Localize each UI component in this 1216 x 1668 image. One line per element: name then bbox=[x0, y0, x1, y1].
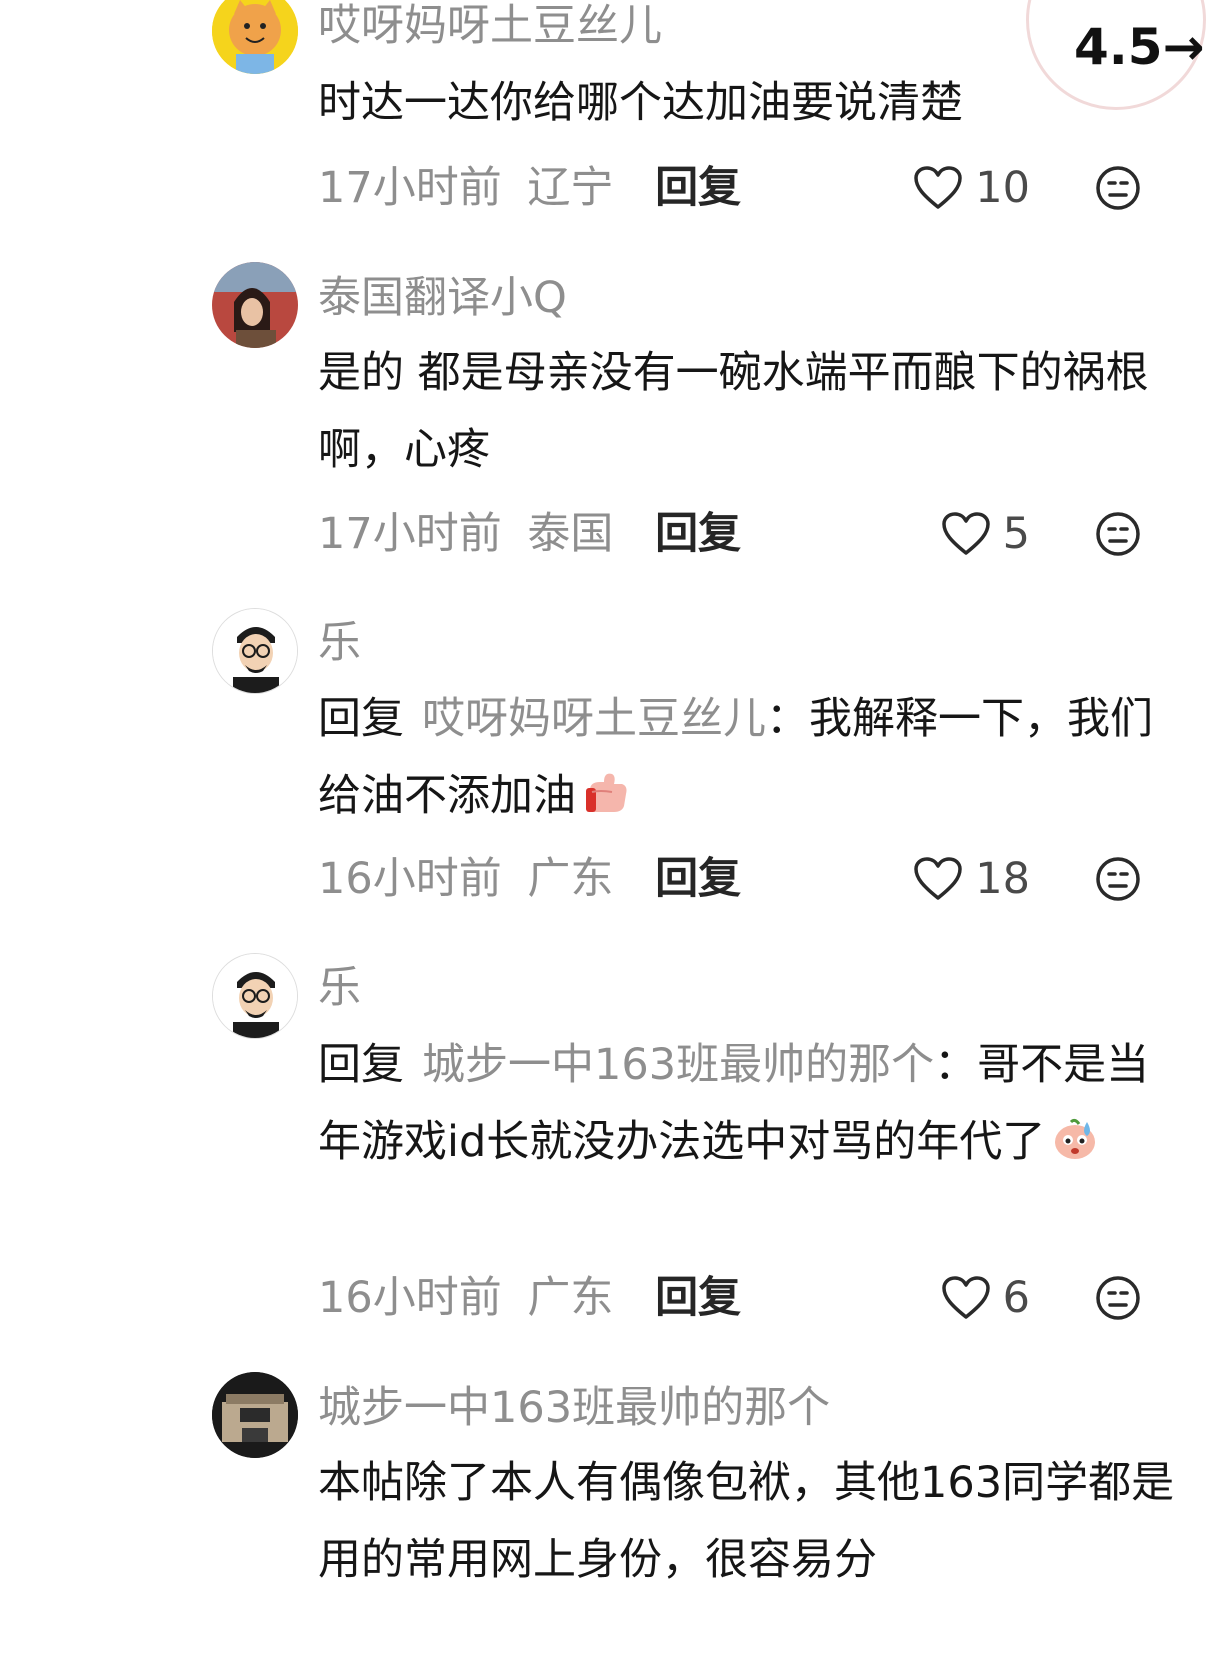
comment-meta: 17小时前 辽宁 回复 bbox=[318, 162, 741, 214]
comment-text: 回复 哎呀妈呀土豆丝儿：我解释一下，我们给油不添加油 bbox=[318, 681, 1178, 835]
comment-location: 广东 bbox=[527, 1273, 614, 1323]
dislike-face-icon[interactable] bbox=[1094, 510, 1142, 558]
reply-target-username[interactable]: 城步一中163班最帅的那个 bbox=[422, 1040, 934, 1090]
dislike-face-icon[interactable] bbox=[1094, 855, 1142, 903]
comment-time: 16小时前 bbox=[318, 1273, 502, 1323]
reply-button[interactable]: 回复 bbox=[655, 163, 741, 213]
like-button[interactable]: 18 bbox=[913, 853, 1030, 905]
comment-time: 16小时前 bbox=[318, 854, 502, 904]
reply-button[interactable]: 回复 bbox=[655, 854, 741, 904]
like-count: 10 bbox=[975, 163, 1030, 213]
reply-button[interactable]: 回复 bbox=[655, 1273, 741, 1323]
avatar-glasses-man[interactable] bbox=[212, 953, 298, 1039]
comment-meta: 16小时前 广东 回复 bbox=[318, 1272, 741, 1324]
reply-target-username[interactable]: 哎呀妈呀土豆丝儿 bbox=[422, 694, 766, 744]
comment-text: 是的 都是母亲没有一碗水端平而酿下的祸根啊，心疼 bbox=[318, 348, 1149, 475]
comment-username[interactable]: 泰国翻译小Q bbox=[318, 272, 567, 324]
comment-location: 辽宁 bbox=[527, 163, 614, 213]
comment-text: 回复 城步一中163班最帅的那个：哥不是当年游戏id长就没办法选中对骂的年代了 bbox=[318, 1027, 1178, 1181]
avatar-glasses-man[interactable] bbox=[212, 608, 298, 694]
dislike-face-icon[interactable] bbox=[1094, 164, 1142, 212]
comment-text: 时达一达你给哪个达加油要说清楚 bbox=[318, 78, 963, 128]
dislike-face-icon[interactable] bbox=[1094, 1274, 1142, 1322]
like-button[interactable]: 10 bbox=[913, 162, 1030, 214]
heart-icon bbox=[941, 512, 990, 555]
comment-username[interactable]: 乐 bbox=[318, 617, 361, 669]
heart-icon bbox=[914, 166, 963, 209]
heart-icon bbox=[941, 1276, 990, 1319]
reply-button[interactable]: 回复 bbox=[655, 509, 741, 559]
comment-time: 17小时前 bbox=[318, 163, 502, 213]
sweat-face-emoji-icon bbox=[1055, 1118, 1096, 1159]
like-button[interactable]: 5 bbox=[941, 508, 1030, 560]
reply-keyword: 回复 bbox=[318, 1040, 404, 1090]
comment-meta: 16小时前 广东 回复 bbox=[318, 853, 741, 905]
like-count: 18 bbox=[975, 854, 1030, 904]
reply-colon: ： bbox=[766, 694, 809, 744]
comment-text: 本帖除了本人有偶像包袱，其他163同学都是用的常用网上身份，很容易分 bbox=[318, 1458, 1175, 1585]
comment-time: 17小时前 bbox=[318, 509, 502, 559]
like-count: 5 bbox=[1002, 509, 1030, 559]
thumb-emoji-icon bbox=[586, 773, 627, 812]
comment-username[interactable]: 乐 bbox=[318, 962, 361, 1014]
comment-username[interactable]: 城步一中163班最帅的那个 bbox=[318, 1382, 830, 1434]
like-button[interactable]: 6 bbox=[941, 1272, 1030, 1324]
avatar-cartoon-cat[interactable] bbox=[212, 0, 298, 74]
like-count: 6 bbox=[1002, 1273, 1030, 1323]
avatar-photo[interactable] bbox=[212, 262, 298, 348]
comment-username[interactable]: 哎呀妈呀土豆丝儿 bbox=[318, 0, 662, 52]
reply-colon: ： bbox=[934, 1040, 978, 1090]
reply-keyword: 回复 bbox=[318, 694, 404, 744]
comment-meta: 17小时前 泰国 回复 bbox=[318, 508, 741, 560]
comment-location: 广东 bbox=[527, 854, 614, 904]
heart-icon bbox=[914, 857, 963, 900]
avatar-gate-photo[interactable] bbox=[212, 1372, 298, 1458]
comment-location: 泰国 bbox=[527, 509, 614, 559]
